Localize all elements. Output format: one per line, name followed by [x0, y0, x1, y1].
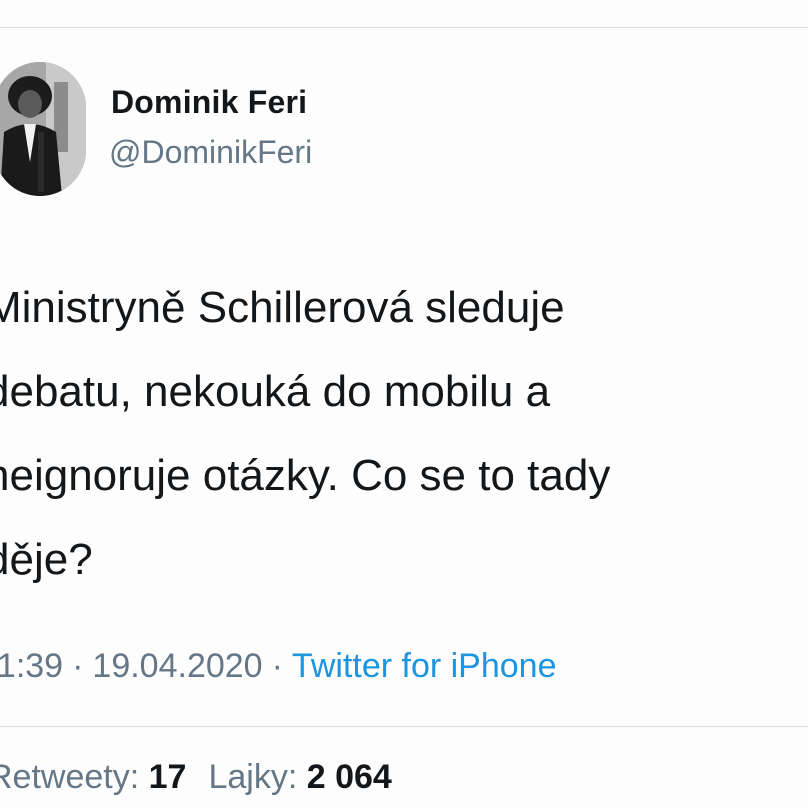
- tweet-source-link[interactable]: Twitter for iPhone: [292, 647, 557, 685]
- tweet-text-line: neignoruje otázky. Co se to tady: [0, 451, 611, 500]
- tweet-text-line: děje?: [0, 535, 93, 584]
- tweet-time[interactable]: 21:39: [0, 647, 63, 685]
- meta-separator: ·: [271, 647, 283, 685]
- author-handle[interactable]: @DominikFeri: [109, 134, 312, 171]
- retweets-count[interactable]: 17: [149, 758, 187, 796]
- top-divider: [0, 27, 808, 28]
- author-display-name[interactable]: Dominik Feri: [111, 84, 307, 121]
- tweet-page: Dominik Feri @DominikFeri Ministryně Sch…: [0, 0, 808, 808]
- likes-count[interactable]: 2 064: [307, 758, 392, 796]
- tweet-meta: 21:39·19.04.2020·Twitter for iPhone: [0, 647, 556, 686]
- avatar[interactable]: [0, 62, 86, 196]
- tweet-stats: Retweety: 17 Lajky: 2 064: [0, 758, 392, 797]
- tweet-text-line: debatu, nekouká do mobilu a: [0, 367, 551, 416]
- meta-separator: ·: [72, 647, 84, 685]
- likes-label[interactable]: Lajky:: [208, 758, 297, 796]
- tweet-text-line: Ministryně Schillerová sleduje: [0, 283, 565, 332]
- avatar-photo: [0, 62, 86, 196]
- retweets-label[interactable]: Retweety:: [0, 758, 139, 796]
- tweet-text: Ministryně Schillerová sleduje debatu, n…: [0, 266, 808, 602]
- tweet-date[interactable]: 19.04.2020: [92, 647, 262, 685]
- stats-divider: [0, 726, 808, 727]
